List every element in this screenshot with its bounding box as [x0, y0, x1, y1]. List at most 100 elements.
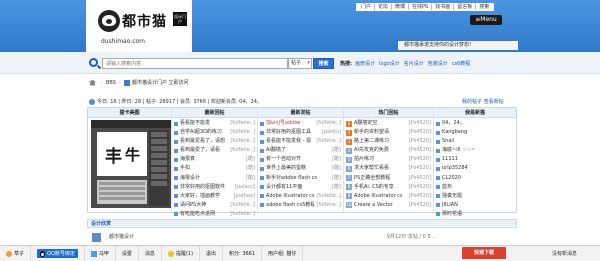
home-icon[interactable] — [89, 79, 96, 86]
username[interactable]: 草子 — [14, 250, 24, 257]
member-name[interactable]: Snail — [442, 137, 514, 146]
item-title[interactable]: 看看能不能发 — [180, 119, 228, 128]
breadcrumb-bbs[interactable]: BBS — [106, 80, 116, 86]
list-item[interactable]: 自学AI超3D的练习 [fulfetle..] — [174, 128, 255, 137]
item-title[interactable]: 看看能不能发我 - 视 — [266, 137, 314, 146]
member-item[interactable]: Snail — [436, 137, 514, 146]
nav-item-search[interactable]: 搜索 — [476, 4, 492, 10]
list-item[interactable]: 看看能不能发我 - 视 [fulfetle..] — [260, 137, 341, 146]
item-title[interactable]: 看到最爱了，请看 — [180, 146, 228, 155]
design-section-title[interactable]: 设计欣赏 — [87, 219, 517, 228]
item-title[interactable]: 有吃能吃点进网 — [180, 210, 228, 219]
settings-label[interactable]: 设置 — [122, 250, 132, 257]
item-title[interactable]: 拍片练习 — [354, 155, 407, 164]
list-item[interactable]: 6 求大家帮忙看看 [Ps4520] — [346, 164, 431, 173]
logout-label[interactable]: 退出 — [206, 250, 216, 257]
list-item[interactable]: 1 A翻墙定空 [Ps4520] — [346, 119, 431, 128]
list-item[interactable]: 3 路上第二课练习 [Ps4520] — [346, 137, 431, 146]
hot-item[interactable]: logo设计 — [379, 60, 400, 67]
member-name[interactable]: 海底~lll ♢♢~ — [442, 146, 514, 155]
member-name[interactable]: JIILIAN — [442, 201, 514, 210]
list-item[interactable]: 非常好用的抠图工具 [panku] — [260, 128, 341, 137]
my-posts-links[interactable]: 我的帖子 查看新帖 — [462, 98, 504, 105]
item-title[interactable]: 大家好，插画教学 — [180, 192, 232, 201]
member-name[interactable]: CL2020 — [442, 174, 514, 183]
item-title[interactable]: AI翻墙了 — [266, 146, 330, 155]
member-item[interactable]: 独奏无题 — [436, 192, 514, 201]
list-item[interactable]: 看到最爱了，请看 [fulfetle..] — [174, 146, 255, 155]
list-item[interactable]: 大家好，插画教学 [puthoa] — [174, 192, 255, 201]
item-title[interactable]: 新手对adobe flash cs — [266, 174, 330, 183]
list-item[interactable]: 世界上最美的蛋糕 [酷] — [260, 164, 341, 173]
qq-bind-button[interactable]: QQ账号绑定 — [37, 249, 78, 258]
item-title[interactable]: 新手的资料望请 — [354, 128, 407, 137]
messages-link[interactable]: 消息 — [139, 245, 162, 261]
item-title[interactable]: 设计都有11平面 — [266, 183, 330, 192]
item-title[interactable]: adobe flash cs5教程 — [266, 201, 314, 210]
member-name[interactable]: 04，24。 — [442, 119, 514, 128]
messages-label[interactable]: 消息 — [145, 250, 155, 257]
hot-item[interactable]: 名片设计 — [404, 60, 424, 67]
notifications-label[interactable]: 提醒(1) — [176, 250, 193, 257]
site-logo-text[interactable]: 都市猫 — [122, 11, 167, 31]
item-title[interactable]: 有一个自动对齐 — [266, 155, 330, 164]
list-item[interactable]: 设计都有11平面 [酷] — [260, 183, 341, 192]
featured-image[interactable]: 丰 牛 — [91, 120, 171, 208]
user-menu[interactable]: 草子 — [0, 245, 32, 261]
item-title[interactable]: Adobe Illustrator cs — [354, 192, 407, 201]
member-name[interactable]: 11111 — [442, 155, 514, 164]
list-item[interactable]: 9 Adobe Illustrator cs [Ps4520] — [346, 192, 431, 201]
member-item[interactable]: urlp35284 — [436, 164, 514, 173]
settings-link[interactable]: 设置 — [116, 245, 139, 261]
list-item[interactable]: 看到最爱看了，请想 [fulfetle..] — [174, 137, 255, 146]
item-title[interactable]: Adobe Illustrator cs5 — [266, 192, 314, 201]
nav-item-guestbook[interactable]: 留言板 — [454, 4, 477, 10]
list-item[interactable]: 海报真 [酷] — [174, 155, 255, 164]
item-title[interactable]: 看到最爱看了，请想 — [180, 137, 228, 146]
search-button[interactable]: 搜索 — [313, 58, 334, 69]
list-item[interactable]: Adobe Illustrator cs5 [fulfetle..] — [260, 192, 341, 201]
item-title[interactable]: AI先攻克的免费 — [354, 146, 407, 155]
list-item[interactable]: 4 AI先攻克的免费 [Ps4520] — [346, 146, 431, 155]
nav-item-forum[interactable]: 论坛 — [375, 4, 393, 10]
list-item[interactable]: 2 新手的资料望请 [Ps4520] — [346, 128, 431, 137]
logout-link[interactable]: 退出 — [200, 245, 224, 261]
hot-item[interactable]: 画册设计 — [355, 60, 375, 67]
vest-label[interactable]: 马甲 — [99, 250, 109, 257]
list-item[interactable]: 7 PS正确全部教程 [Ps4520] — [346, 174, 431, 183]
item-title[interactable]: 加vinj号adobe — [266, 119, 314, 128]
item-title[interactable]: Create a Vector — [354, 201, 407, 210]
item-title[interactable]: PS正确全部教程 — [354, 174, 407, 183]
member-item[interactable]: 海底~lll ♢♢~ — [436, 146, 514, 155]
list-item[interactable]: adobe flash cs5教程 [fulfetle..] — [260, 201, 341, 210]
item-title[interactable]: 路上第二课练习 — [354, 137, 407, 146]
design-row-text[interactable]: 都市猫设计 — [109, 234, 134, 240]
member-item[interactable]: 04，24。 — [436, 119, 514, 128]
list-item[interactable]: 请问PS大神 [fulfetle..] — [174, 201, 255, 210]
user-group-label[interactable]: 用户组: 猫仔 — [268, 250, 296, 257]
member-item[interactable]: 11111 — [436, 155, 514, 164]
member-item[interactable]: CL2020 — [436, 174, 514, 183]
hot-item[interactable]: cs6教程 — [452, 60, 471, 67]
item-title[interactable]: 世界上最美的蛋糕 — [266, 164, 330, 173]
member-item[interactable]: Kangbang — [436, 128, 514, 137]
item-title[interactable]: 手机Ai: CS的专享 — [354, 183, 407, 192]
list-item[interactable]: AI翻墙了 [酷] — [260, 146, 341, 155]
list-item[interactable]: 手扣 [酷] — [174, 164, 255, 173]
member-name[interactable]: urlp35284 — [442, 164, 514, 173]
item-title[interactable]: 手扣 — [180, 164, 244, 173]
nav-item-portal[interactable]: 门户 — [358, 4, 376, 10]
member-item[interactable]: 蓝布 — [436, 183, 514, 192]
member-item[interactable]: JIILIAN — [436, 201, 514, 210]
list-item[interactable]: 看看能不能发 [fulfetle..] — [174, 119, 255, 128]
menu-button[interactable]: ≡Menu — [470, 15, 502, 25]
new-message-status[interactable]: 没有新消息 — [552, 250, 577, 257]
hot-item[interactable]: 包装设计 — [428, 60, 448, 67]
quick-download-button[interactable]: 快速下载 — [462, 247, 506, 259]
breadcrumb-portal-link[interactable]: 都市猫设计门户 立即访问 — [132, 79, 189, 86]
nav-item-weibo[interactable]: 微博 — [392, 4, 410, 10]
item-title[interactable]: 自学AI超3D的练习 — [180, 128, 228, 137]
item-title[interactable]: 海报真 — [180, 155, 244, 164]
list-item[interactable]: 10 Create a Vector [Ps4520] — [346, 201, 431, 210]
user-group[interactable]: 用户组: 猫仔 — [262, 245, 304, 261]
